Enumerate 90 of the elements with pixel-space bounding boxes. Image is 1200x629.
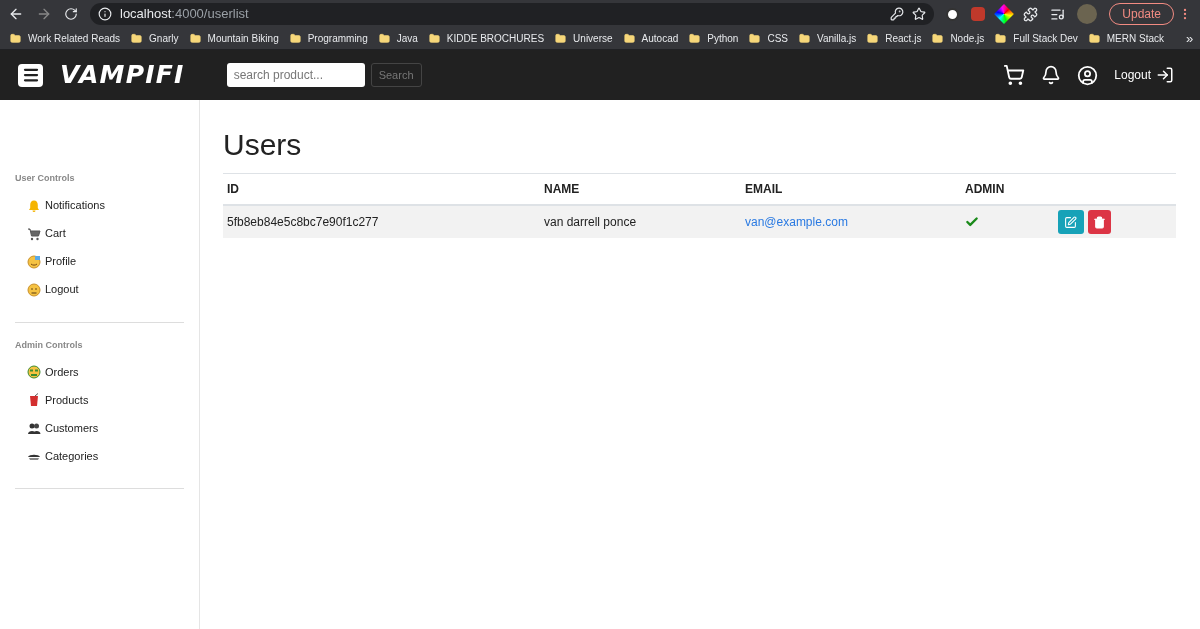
user-icon[interactable] xyxy=(1077,64,1099,86)
bell-icon xyxy=(27,198,41,213)
item-label: Products xyxy=(45,392,89,408)
face-icon xyxy=(27,254,41,269)
logout-link[interactable]: Logout xyxy=(1114,66,1174,84)
edit-icon xyxy=(1064,215,1078,229)
item-label: Orders xyxy=(45,364,79,380)
sidebar-item[interactable]: Orders xyxy=(15,358,184,386)
bookmark[interactable]: Autocad xyxy=(623,31,679,46)
bookmark[interactable]: Full Stack Dev xyxy=(995,31,1078,46)
folder-icon xyxy=(749,33,761,44)
extensions-icon[interactable] xyxy=(1023,6,1039,22)
folder-icon xyxy=(428,33,440,44)
sidebar-item[interactable]: Products xyxy=(15,386,184,414)
folder-icon xyxy=(289,33,301,44)
folder-icon xyxy=(995,33,1007,44)
media-icon[interactable] xyxy=(1050,6,1066,22)
email-link[interactable]: van@example.com xyxy=(745,215,848,229)
sidebar-item[interactable]: Logout xyxy=(15,275,184,304)
folder-icon xyxy=(189,33,201,44)
bookmark[interactable]: Python xyxy=(689,31,739,46)
section-title: User Controls xyxy=(15,172,76,185)
bookmark[interactable]: Mountain Biking xyxy=(189,31,279,46)
extension-icon[interactable] xyxy=(946,7,960,21)
forward-icon[interactable] xyxy=(36,6,52,22)
address-bar[interactable]: localhost:4000/userlist xyxy=(90,3,935,25)
bookmark[interactable]: Gnarly xyxy=(131,31,179,46)
folder-icon xyxy=(555,33,567,44)
cart-icon[interactable] xyxy=(1003,64,1026,86)
column-header: NAME xyxy=(540,173,741,205)
column-header: ID xyxy=(223,173,540,205)
bookmark[interactable]: CSS xyxy=(749,31,788,46)
more-bookmarks[interactable]: » xyxy=(1186,28,1194,49)
bookmark[interactable]: Universe xyxy=(555,31,613,46)
sidebar-item[interactable]: Notifications xyxy=(15,191,184,220)
cart-icon xyxy=(27,226,41,241)
sidebar-item[interactable]: Customers xyxy=(15,414,184,442)
cup-icon xyxy=(27,393,41,407)
delete-button[interactable] xyxy=(1087,210,1111,234)
table-cell: 5fb8eb84e5c8bc7e90f1c277 xyxy=(223,205,540,238)
bookmark[interactable]: MERN Stack xyxy=(1088,31,1164,46)
section-title: Admin Controls xyxy=(15,338,84,352)
item-label: Notifications xyxy=(45,198,105,214)
star-icon[interactable] xyxy=(912,7,927,21)
item-label: Logout xyxy=(45,282,79,298)
back-icon[interactable] xyxy=(8,6,24,22)
column-header: ADMIN xyxy=(961,173,1054,205)
menu-icon xyxy=(21,66,40,84)
folder-icon xyxy=(131,33,143,44)
sidebar-item[interactable]: Cart xyxy=(15,219,184,248)
face-icon xyxy=(27,365,41,379)
bookmark[interactable]: Programming xyxy=(289,31,368,46)
sidebar-item[interactable]: Categories xyxy=(15,442,184,470)
bookmark[interactable]: KIDDE BROCHURES xyxy=(428,31,545,46)
page-title: Users xyxy=(223,127,303,163)
search-button[interactable]: Search xyxy=(370,63,422,87)
reload-icon[interactable] xyxy=(64,7,78,21)
item-label: Customers xyxy=(45,420,99,436)
bookmark[interactable]: Node.js xyxy=(932,31,985,46)
sidebar-item[interactable]: Profile xyxy=(15,247,184,276)
folder-icon xyxy=(932,33,944,44)
folder-icon xyxy=(867,33,879,44)
item-label: Categories xyxy=(45,448,99,464)
bookmark[interactable]: React.js xyxy=(867,31,922,46)
item-label: Cart xyxy=(45,226,66,242)
table-cell: van darrell ponce xyxy=(540,205,741,238)
info-icon[interactable] xyxy=(98,7,112,21)
bookmark[interactable]: Java xyxy=(378,31,418,46)
folder-icon xyxy=(799,33,810,44)
face-icon xyxy=(27,282,41,297)
search-field[interactable]: search product... xyxy=(226,63,365,87)
people-icon xyxy=(27,421,41,435)
brand-logo[interactable]: VAMPIFI xyxy=(60,56,185,94)
bookmark[interactable]: Vanilla.js xyxy=(799,31,857,46)
column-header: EMAIL xyxy=(741,173,961,205)
url-text: localhost:4000/userlist xyxy=(120,5,249,24)
folder-icon xyxy=(623,33,635,44)
folder-icon xyxy=(1088,33,1100,44)
logout-icon xyxy=(1156,66,1174,84)
bell-icon[interactable] xyxy=(1041,65,1062,85)
check-icon xyxy=(965,215,979,229)
item-label: Profile xyxy=(45,254,77,270)
folder-icon xyxy=(689,33,701,44)
menu-button[interactable] xyxy=(18,63,43,87)
bookmark[interactable]: Work Related Reads xyxy=(10,31,121,46)
edit-button[interactable] xyxy=(1057,210,1084,234)
folder-icon xyxy=(378,33,390,44)
trash-icon xyxy=(1092,215,1106,229)
folder-icon xyxy=(10,33,21,44)
key-icon[interactable] xyxy=(890,7,905,21)
